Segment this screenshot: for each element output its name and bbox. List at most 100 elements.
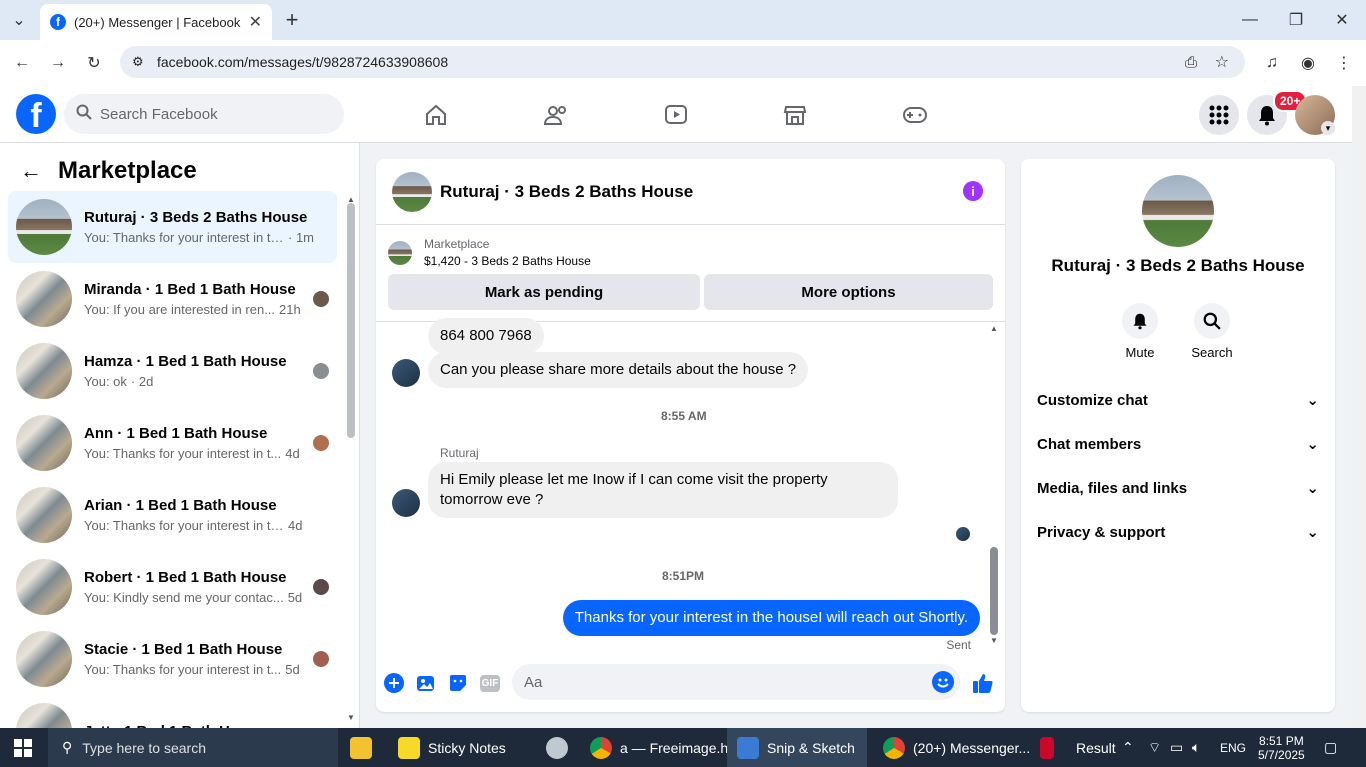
scroll-down-icon[interactable]: ▼ — [990, 636, 998, 645]
browser-tab[interactable]: f (20+) Messenger | Facebook ✕ — [40, 4, 272, 40]
account-chevron-icon[interactable]: ▾ — [1321, 121, 1335, 135]
volume-icon[interactable]: 🔈︎ — [1192, 728, 1200, 767]
notification-center-icon[interactable]: ▢ — [1324, 728, 1337, 767]
back-arrow-icon[interactable]: ← — [12, 52, 32, 74]
taskbar-search-input[interactable]: ⚲ Type here to search — [48, 728, 338, 767]
tab-list-chevron-icon[interactable]: ⌄ — [8, 10, 30, 30]
gaming-icon[interactable] — [898, 98, 932, 132]
seen-avatar — [313, 435, 329, 451]
app-icon[interactable] — [546, 728, 576, 767]
conversation-item[interactable]: Hamza · 1 Bed 1 Bath House You: ok · 2d — [8, 335, 337, 407]
sender-avatar[interactable] — [392, 489, 420, 517]
conversation-item[interactable]: Miranda · 1 Bed 1 Bath House You: If you … — [8, 263, 337, 335]
chat-title[interactable]: Ruturaj · 3 Beds 2 Baths House — [440, 182, 693, 202]
chat-window: Ruturaj · 3 Beds 2 Baths House i Marketp… — [376, 159, 1005, 712]
mark-as-pending-button[interactable]: Mark as pending — [388, 274, 700, 310]
panel-title: Marketplace — [58, 157, 197, 184]
conversation-time: · 2d — [130, 374, 154, 389]
photo-icon[interactable] — [415, 672, 437, 694]
message-input[interactable]: Aa — [512, 664, 960, 700]
forward-arrow-icon[interactable]: → — [48, 52, 68, 74]
video-icon[interactable] — [659, 98, 693, 132]
conversation-item[interactable]: Jett · 1 Bed 1 Bath House — [8, 695, 337, 728]
scroll-up-icon[interactable]: ▲ — [347, 195, 355, 204]
friends-icon[interactable] — [539, 98, 573, 132]
conversation-time: 4d — [285, 446, 300, 461]
conversation-item[interactable]: Ann · 1 Bed 1 Bath House You: Thanks for … — [8, 407, 337, 479]
clock[interactable]: 8:51 PM 5/7/2025 — [1258, 728, 1305, 767]
search-chat-button[interactable]: Search — [1182, 303, 1242, 360]
info-icon[interactable]: i — [963, 181, 983, 201]
add-plus-icon[interactable] — [383, 672, 405, 694]
conversation-item[interactable]: Stacie · 1 Bed 1 Bath House You: Thanks f… — [8, 623, 337, 695]
message-thread: 864 800 7968 Can you please share more d… — [376, 318, 1005, 652]
browser-menu-icon[interactable]: ⋮ — [1334, 52, 1354, 74]
scroll-up-icon[interactable]: ▲ — [990, 324, 998, 333]
listing-banner[interactable]: Marketplace $1,420 - 3 Beds 2 Baths Hous… — [388, 237, 591, 268]
freeimage-taskbar-item[interactable]: a — Freeimage.h... — [590, 728, 740, 767]
conversation-name: Robert · 1 Bed 1 Bath House — [84, 569, 287, 586]
reload-icon[interactable]: ↻ — [84, 52, 104, 74]
restore-window-icon[interactable]: ❐ — [1286, 8, 1306, 32]
conversation-item[interactable]: Ruturaj · 3 Beds 2 Baths House You: Thank… — [8, 191, 337, 263]
mute-button[interactable]: Mute — [1110, 303, 1170, 360]
page-scrollbar[interactable] — [1352, 86, 1366, 728]
conversation-item[interactable]: Arian · 1 Bed 1 Bath House You: Thanks fo… — [8, 479, 337, 551]
tray-chevron-up-icon[interactable]: ⌃ — [1122, 728, 1134, 767]
more-options-button[interactable]: More options — [704, 274, 993, 310]
start-button[interactable] — [14, 728, 32, 767]
browser-tab-bar: ⌄ f (20+) Messenger | Facebook ✕ + — ❐ ✕ — [0, 0, 1366, 40]
conversation-preview: You: Thanks for your interest in the ... — [84, 518, 284, 533]
network-icon[interactable]: ⌔ — [1148, 728, 1161, 767]
message-line: tomorrow eve ? — [440, 491, 544, 508]
scrollbar[interactable] — [347, 203, 355, 438]
menu-grid-button[interactable] — [1199, 95, 1239, 135]
new-tab-plus-icon[interactable]: + — [282, 7, 302, 32]
bookmark-star-icon[interactable]: ☆ — [1215, 52, 1229, 72]
scrollbar[interactable] — [990, 547, 998, 635]
privacy-support-section[interactable]: Privacy & support ⌄ — [1037, 510, 1319, 554]
customize-chat-section[interactable]: Customize chat ⌄ — [1037, 378, 1319, 422]
back-arrow-icon[interactable]: ← — [20, 158, 42, 184]
marketplace-label: Marketplace — [424, 237, 490, 251]
thumbs-up-icon[interactable] — [972, 672, 994, 694]
chrome-icon — [590, 736, 612, 759]
close-tab-icon[interactable]: ✕ — [249, 12, 262, 32]
facebook-search-input[interactable]: Search Facebook — [64, 94, 344, 134]
conversation-name: Hamza · 1 Bed 1 Bath House — [84, 353, 287, 370]
battery-icon[interactable]: ▭ — [1170, 728, 1183, 767]
gif-icon[interactable]: GIF — [479, 672, 501, 694]
home-icon[interactable] — [419, 98, 453, 132]
file-explorer-icon[interactable] — [350, 728, 380, 767]
url-input[interactable]: ⚙ facebook.com/messages/t/98287246339086… — [120, 46, 1245, 78]
language-indicator[interactable]: ENG — [1220, 728, 1246, 767]
media-files-links-section[interactable]: Media, files and links ⌄ — [1037, 466, 1319, 510]
message-bubble: Hi Emily please let me Inow if I can com… — [428, 462, 898, 518]
chat-avatar[interactable] — [392, 171, 432, 212]
minimize-window-icon[interactable]: — — [1240, 8, 1260, 32]
facebook-logo-icon[interactable]: f — [16, 94, 56, 134]
site-settings-icon[interactable]: ⚙ — [132, 54, 144, 70]
profile-icon[interactable]: ◉ — [1298, 52, 1318, 74]
sticky-notes-taskbar-item[interactable]: Sticky Notes — [398, 728, 506, 767]
search-icon — [76, 104, 92, 124]
messenger-taskbar-item[interactable]: (20+) Messenger... — [883, 728, 1030, 767]
taskbar-item-label: Snip & Sketch — [767, 739, 855, 756]
message-composer: GIF Aa — [376, 662, 1005, 706]
snip-sketch-taskbar-item[interactable]: Snip & Sketch — [727, 728, 867, 767]
sender-avatar[interactable] — [392, 359, 420, 387]
chat-info-avatar[interactable] — [1142, 175, 1214, 247]
chat-members-section[interactable]: Chat members ⌄ — [1037, 422, 1319, 466]
scroll-down-icon[interactable]: ▼ — [347, 713, 355, 722]
media-control-icon[interactable]: ♫ — [1262, 52, 1282, 74]
close-window-icon[interactable]: ✕ — [1332, 8, 1352, 32]
marketplace-icon[interactable] — [778, 98, 812, 132]
emoji-icon[interactable] — [932, 671, 954, 693]
read-receipt-avatar — [956, 527, 970, 541]
sticker-icon[interactable] — [447, 672, 469, 694]
conversation-item[interactable]: Robert · 1 Bed 1 Bath House You: Kindly s… — [8, 551, 337, 623]
install-app-icon[interactable]: ⎙ — [1185, 54, 1197, 71]
nba-result-widget[interactable]: Result — [1040, 728, 1116, 767]
panel-header: ← Marketplace — [20, 157, 197, 185]
conversation-preview: You: Kindly send me your contac... — [84, 590, 284, 605]
